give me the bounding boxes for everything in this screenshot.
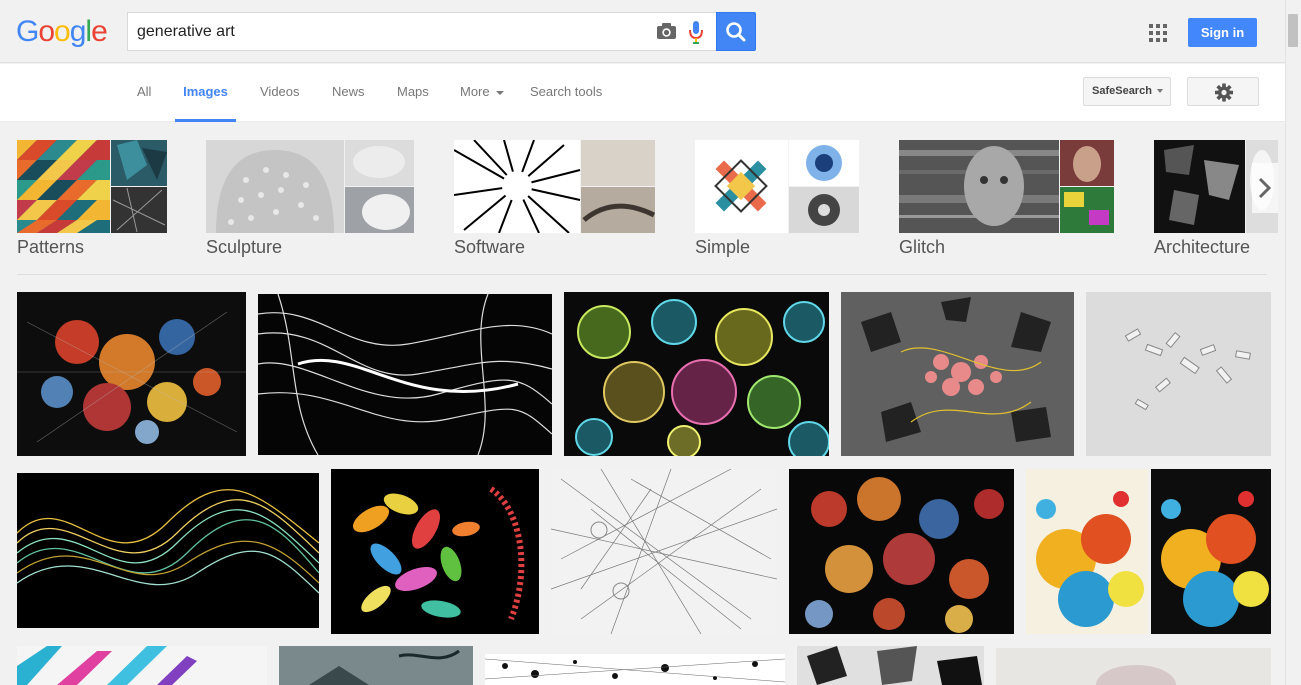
related-label: Simple [695, 237, 751, 257]
result-thumbnail [1086, 292, 1271, 456]
image-result[interactable] [1026, 469, 1271, 634]
related-search-sculpture[interactable]: Sculpture [206, 140, 414, 257]
camera-icon[interactable] [655, 20, 678, 43]
google-logo[interactable]: Google [16, 15, 108, 49]
search-input[interactable] [137, 21, 637, 43]
tab-all[interactable]: All [137, 64, 151, 122]
image-result[interactable] [1086, 292, 1271, 456]
caret-down-icon [496, 90, 505, 95]
safesearch-label: SafeSearch [1092, 85, 1152, 97]
page: Google Sign in [0, 0, 1301, 685]
image-result[interactable] [564, 292, 829, 456]
gear-icon [1215, 83, 1233, 102]
result-thumbnail [331, 469, 539, 634]
logo-letter: G [16, 15, 39, 48]
divider [17, 274, 1267, 275]
result-thumbnail [841, 292, 1074, 456]
result-thumbnail [17, 292, 246, 456]
image-result[interactable] [258, 294, 552, 455]
header-bar: Google Sign in [0, 0, 1285, 63]
apps-grid-icon[interactable] [1149, 24, 1167, 42]
result-thumbnail [564, 292, 829, 456]
image-result[interactable] [551, 469, 777, 634]
safesearch-dropdown[interactable]: SafeSearch [1083, 77, 1171, 106]
tab-search-tools[interactable]: Search tools [530, 64, 602, 122]
result-thumbnail [996, 648, 1271, 685]
result-thumbnail [17, 646, 267, 685]
tab-news[interactable]: News [332, 64, 365, 122]
tab-more[interactable]: More [460, 64, 505, 122]
chevron-right-icon [1258, 177, 1272, 199]
result-thumbnail [485, 654, 785, 685]
logo-letter: g [69, 15, 87, 48]
search-icon [726, 22, 746, 42]
related-thumbnail [899, 140, 1114, 233]
related-thumbnail [695, 140, 859, 233]
related-label: Architecture [1154, 237, 1251, 257]
related-label: Patterns [17, 237, 85, 257]
image-result[interactable] [17, 292, 246, 456]
image-result[interactable] [789, 469, 1014, 634]
scrollbar[interactable] [1285, 0, 1301, 685]
result-thumbnail [17, 473, 319, 628]
logo-letter: o [54, 15, 71, 48]
logo-letter: o [38, 15, 55, 48]
related-search-simple[interactable]: Simple [695, 140, 859, 257]
image-result[interactable] [279, 646, 473, 685]
related-search-software[interactable]: Software [454, 140, 655, 257]
related-label: Software [454, 237, 526, 257]
related-label: Glitch [899, 237, 946, 257]
search-box [127, 12, 717, 51]
search-tabs-bar: All Images Videos News Maps More Search … [0, 64, 1285, 122]
result-thumbnail [789, 469, 1014, 634]
search-button[interactable] [716, 12, 756, 51]
tab-videos[interactable]: Videos [260, 64, 300, 122]
result-thumbnail [1026, 469, 1271, 634]
settings-button[interactable] [1187, 77, 1259, 106]
image-result[interactable] [485, 654, 785, 685]
image-result[interactable] [17, 473, 319, 628]
image-result[interactable] [17, 646, 267, 685]
image-result[interactable] [331, 469, 539, 634]
tab-images[interactable]: Images [175, 64, 236, 122]
sign-in-button[interactable]: Sign in [1188, 18, 1257, 47]
scrollbar-thumb[interactable] [1288, 14, 1298, 47]
related-search-glitch[interactable]: Glitch [899, 140, 1114, 257]
related-search-patterns[interactable]: Patterns [17, 140, 167, 257]
related-thumbnail [206, 140, 414, 233]
result-thumbnail [797, 646, 984, 685]
logo-letter: e [91, 15, 108, 48]
result-thumbnail [258, 294, 552, 455]
caret-down-icon [1157, 89, 1163, 94]
tab-more-label: More [460, 84, 490, 99]
image-result[interactable] [797, 646, 984, 685]
image-result[interactable] [996, 648, 1271, 685]
related-thumbnail [17, 140, 167, 233]
result-thumbnail [279, 646, 473, 685]
microphone-icon[interactable] [686, 19, 706, 45]
related-label: Sculpture [206, 237, 283, 257]
related-next-button[interactable] [1252, 163, 1278, 213]
related-thumbnail [454, 140, 655, 233]
image-result[interactable] [841, 292, 1074, 456]
tab-maps[interactable]: Maps [397, 64, 429, 122]
result-thumbnail [551, 469, 777, 634]
